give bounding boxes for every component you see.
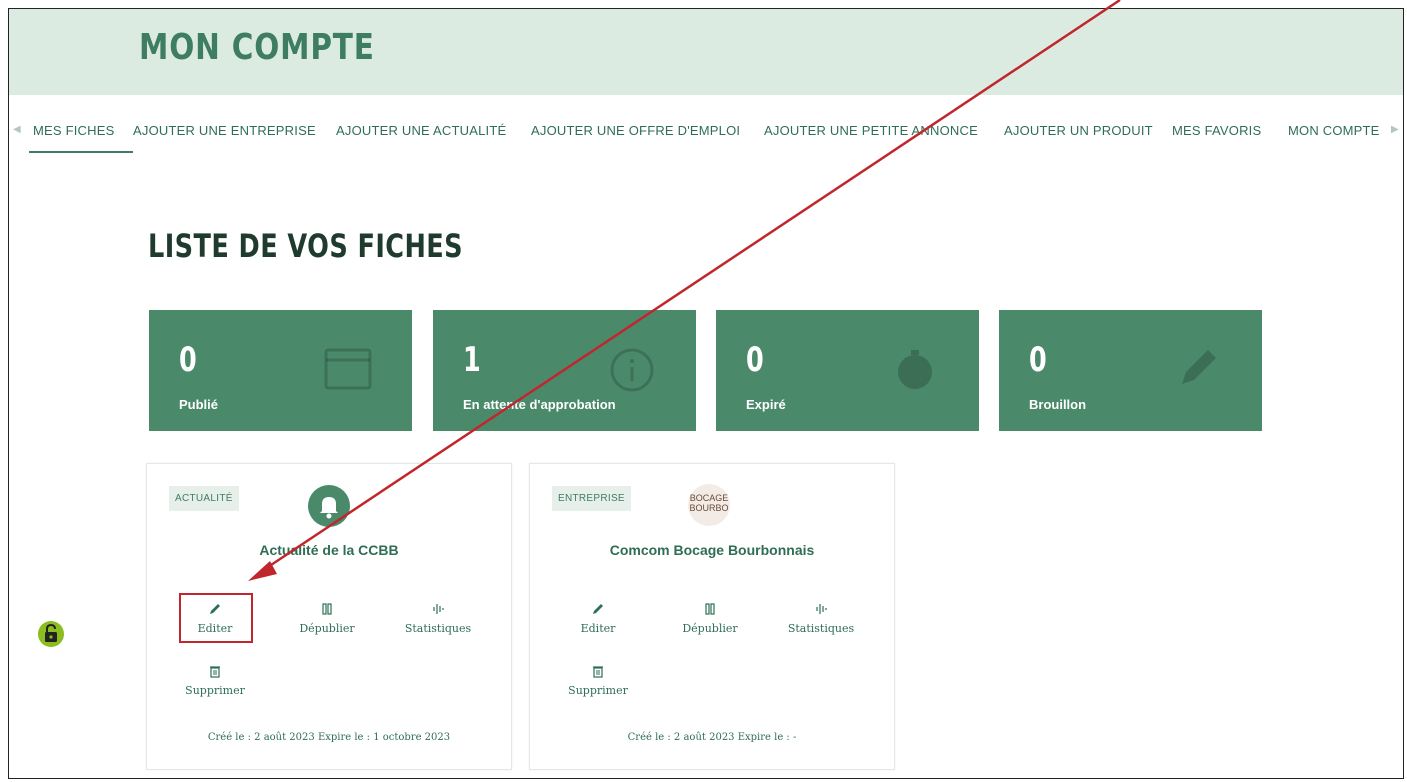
annotation-arrow bbox=[248, 0, 1121, 581]
annotation-arrow-line bbox=[261, 0, 1121, 573]
